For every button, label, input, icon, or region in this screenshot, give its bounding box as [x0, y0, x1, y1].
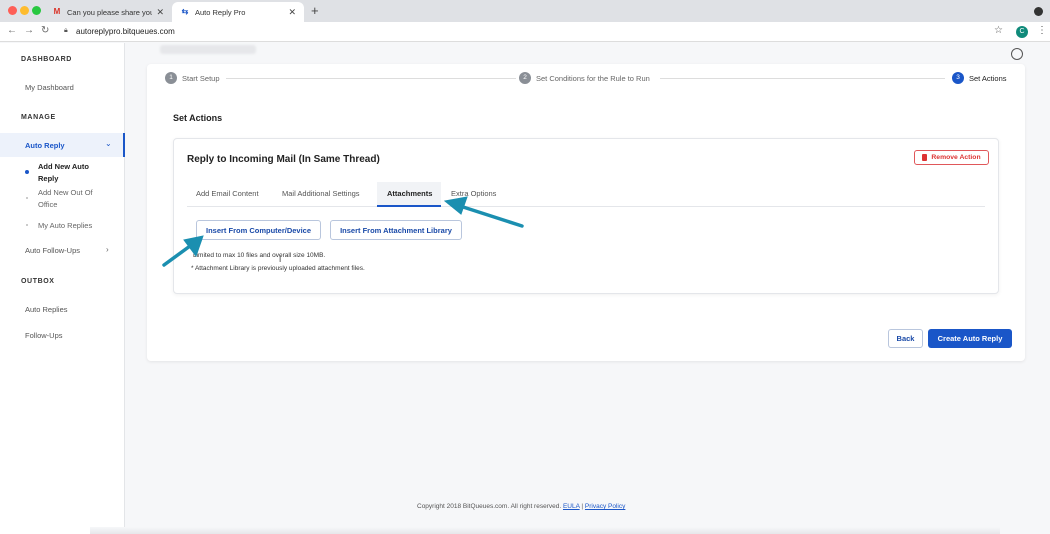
- insert-from-library-button[interactable]: Insert From Attachment Library: [330, 220, 462, 240]
- bookmark-star-icon[interactable]: ☆: [994, 25, 1003, 36]
- tab-add-email-content[interactable]: Add Email Content: [196, 189, 259, 198]
- attachment-limit-note: Limited to max 10 files and overall size…: [193, 252, 326, 259]
- forward-arrow-icon[interactable]: →: [24, 25, 34, 37]
- new-tab-plus-icon[interactable]: +: [311, 4, 319, 18]
- create-auto-reply-button[interactable]: Create Auto Reply: [928, 329, 1012, 348]
- tab-extra-options[interactable]: Extra Options: [451, 189, 496, 198]
- stepper-connector: [660, 78, 945, 79]
- bullet-icon: [26, 224, 28, 226]
- sidebar-subitem-my-auto-replies[interactable]: My Auto Replies: [38, 220, 108, 232]
- attachment-library-note: * Attachment Library is previously uploa…: [191, 265, 365, 272]
- remove-action-button[interactable]: Remove Action: [914, 150, 989, 165]
- bottom-shadow: [90, 527, 1000, 534]
- trash-icon: [922, 154, 928, 161]
- active-bullet-icon: [25, 170, 29, 174]
- chevron-down-icon: ⌄: [105, 139, 112, 148]
- window-close-button[interactable]: [8, 6, 17, 15]
- back-button[interactable]: Back: [888, 329, 923, 348]
- url-field[interactable]: autoreplypro.bitqueues.com: [76, 27, 175, 36]
- text-cursor-icon: I: [279, 255, 282, 264]
- auto-reply-pro-icon: ⇆: [181, 7, 189, 16]
- window-minimize-button[interactable]: [20, 6, 29, 15]
- reload-icon[interactable]: ↻: [41, 25, 49, 37]
- chevron-right-icon[interactable]: ›: [106, 245, 109, 254]
- tab-title: Auto Reply Pro: [195, 7, 246, 17]
- step-1-circle: 1: [165, 72, 177, 84]
- stepper-connector: [182, 78, 516, 79]
- section-title: Set Actions: [173, 113, 223, 123]
- sidebar: DASHBOARD My Dashboard MANAGE Auto Reply…: [0, 43, 125, 534]
- lock-icon[interactable]: 🔒︎: [64, 27, 68, 35]
- footer: Copyright 2018 BitQueues.com. All right …: [417, 503, 625, 510]
- sidebar-item-auto-reply[interactable]: Auto Reply ⌄: [0, 133, 125, 157]
- sidebar-item-outbox-follow-ups[interactable]: Follow-Ups: [25, 331, 63, 340]
- copyright-text: Copyright 2018 BitQueues.com. All right …: [417, 503, 562, 510]
- tab-title: Can you please share your me: [67, 7, 153, 17]
- bullet-icon: [26, 197, 28, 199]
- tab-attachments[interactable]: Attachments: [387, 189, 432, 198]
- insert-from-computer-button[interactable]: Insert From Computer/Device: [196, 220, 321, 240]
- sidebar-heading-outbox: OUTBOX: [21, 278, 55, 285]
- privacy-policy-link[interactable]: Privacy Policy: [585, 503, 625, 510]
- close-icon[interactable]: ✕: [288, 7, 296, 18]
- sidebar-item-my-dashboard[interactable]: My Dashboard: [25, 83, 74, 92]
- sidebar-subitem-add-new-out-of-office[interactable]: Add New Out Of Office: [38, 187, 108, 211]
- sidebar-subitem-add-new-auto-reply[interactable]: Add New Auto Reply: [38, 161, 108, 185]
- browser-tab-strip: M Can you please share your me ✕ ⇆ Auto …: [0, 0, 1050, 22]
- step-2-circle: 2: [519, 72, 531, 84]
- step-3-circle: 3: [952, 72, 964, 84]
- sidebar-item-outbox-auto-replies[interactable]: Auto Replies: [25, 305, 68, 314]
- sidebar-item-auto-follow-ups[interactable]: Auto Follow-Ups: [25, 246, 80, 255]
- close-icon[interactable]: ✕: [156, 7, 164, 18]
- browser-tab-gmail[interactable]: M Can you please share your me ✕: [44, 2, 172, 22]
- eula-link[interactable]: EULA: [563, 503, 580, 510]
- remove-action-label: Remove Action: [931, 154, 981, 161]
- step-3-label: Set Actions: [969, 74, 1007, 83]
- address-bar: ← → ↻ 🔒︎ autoreplypro.bitqueues.com ☆ C …: [0, 22, 1050, 42]
- chrome-extension-icon[interactable]: [1034, 7, 1043, 16]
- step-2-label: Set Conditions for the Rule to Run: [536, 74, 650, 83]
- sidebar-heading-manage: MANAGE: [21, 114, 56, 121]
- browser-tab-auto-reply-pro[interactable]: ⇆ Auto Reply Pro ✕: [172, 2, 304, 22]
- tab-mail-additional-settings[interactable]: Mail Additional Settings: [282, 189, 360, 198]
- step-1-label: Start Setup: [182, 74, 226, 83]
- sidebar-item-label: Auto Reply: [25, 141, 65, 150]
- footer-separator: |: [581, 503, 584, 510]
- sidebar-heading-dashboard: DASHBOARD: [21, 56, 72, 63]
- window-maximize-button[interactable]: [32, 6, 41, 15]
- gmail-icon: M: [53, 7, 61, 16]
- user-account-icon[interactable]: [1011, 48, 1023, 60]
- breadcrumb: [160, 45, 256, 54]
- action-title: Reply to Incoming Mail (In Same Thread): [187, 154, 380, 165]
- profile-avatar[interactable]: C: [1016, 26, 1028, 38]
- kebab-menu-icon[interactable]: ⋮: [1037, 25, 1047, 37]
- back-arrow-icon[interactable]: ←: [7, 25, 17, 37]
